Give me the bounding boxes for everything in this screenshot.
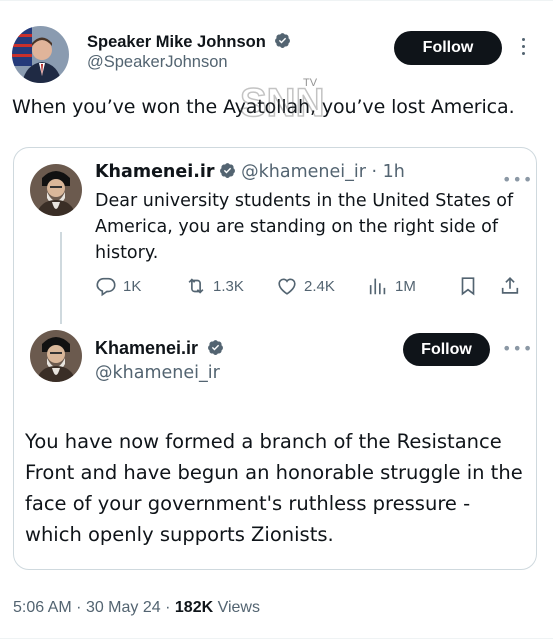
verified-badge-icon [208, 340, 223, 355]
outer-author-name[interactable]: Speaker Mike Johnson [87, 32, 291, 52]
timestamp-separator-1: · [76, 599, 82, 616]
like-icon [278, 278, 296, 295]
quoted-tweet-1-author-handle[interactable]: @khamenei_ir [241, 162, 366, 182]
like-button[interactable]: 2.4K [276, 275, 335, 297]
views-count: 1M [395, 277, 416, 295]
reply-button[interactable]: 1K [95, 275, 141, 297]
retweet-icon [188, 278, 204, 294]
bottom-divider [0, 638, 553, 639]
quoted-tweet-1-actions: 1K 1.3K 2.4K 1M [95, 275, 525, 297]
quoted-tweet-1-author-name[interactable]: Khamenei.ir [95, 162, 215, 182]
reply-icon [96, 277, 116, 297]
speaker-johnson-avatar[interactable] [12, 26, 69, 83]
quoted-tweet-1-age[interactable]: 1h [383, 162, 405, 182]
thread-connector-line [60, 232, 62, 324]
kebab-menu-icon[interactable] [520, 38, 526, 58]
quoted-tweet-1-separator: · [371, 162, 378, 182]
retweet-count: 1.3K [213, 277, 244, 295]
watermark-tv-label: TV [303, 77, 318, 89]
outer-author-handle[interactable]: @SpeakerJohnson [87, 53, 228, 72]
reply-count: 1K [123, 277, 142, 295]
tweet-views-count[interactable]: 182K [175, 599, 213, 616]
quoted-tweet-1-text: Dear university students in the United S… [95, 191, 514, 263]
share-button[interactable] [499, 275, 527, 297]
tweet-timestamp: 5:06 AM · 30 May 24 · 182K Views [13, 599, 260, 617]
verified-badge-icon [219, 163, 235, 178]
quoted-tweet-1-header[interactable]: Khamenei.ir @khamenei_ir · 1h [95, 162, 405, 182]
tweet-time[interactable]: 5:06 AM [13, 599, 72, 616]
timestamp-separator-2: · [165, 599, 171, 616]
quoted-tweet-2-author-handle[interactable]: @khamenei_ir [95, 363, 220, 383]
quoted-tweet-2-text: You have now formed a branch of the Resi… [25, 430, 523, 546]
bookmark-button[interactable] [457, 275, 485, 297]
outer-tweet-text: When you’ve won the Ayatollah, you’ve lo… [12, 96, 515, 118]
views-icon [369, 278, 386, 295]
khamenei-avatar-2[interactable] [30, 330, 82, 382]
top-divider [0, 0, 553, 1]
views-button[interactable]: 1M [367, 275, 416, 297]
verified-badge-icon [275, 33, 291, 48]
retweet-button[interactable]: 1.3K [185, 275, 244, 297]
quoted-tweet-2-author-name[interactable]: Khamenei.ir [95, 338, 224, 359]
like-count: 2.4K [304, 277, 335, 295]
share-icon [501, 277, 519, 294]
khamenei-avatar-1[interactable] [30, 164, 82, 216]
quoted-tweet-1-more-icon[interactable]: ••• [502, 170, 533, 189]
follow-button-khamenei[interactable]: Follow [403, 333, 490, 366]
tweet-views-label: Views [217, 599, 260, 616]
quoted-tweet-2-more-icon[interactable]: ••• [502, 339, 533, 358]
bookmark-icon [461, 277, 475, 296]
tweet-date[interactable]: 30 May 24 [86, 599, 161, 616]
follow-button-speaker[interactable]: Follow [394, 31, 502, 65]
